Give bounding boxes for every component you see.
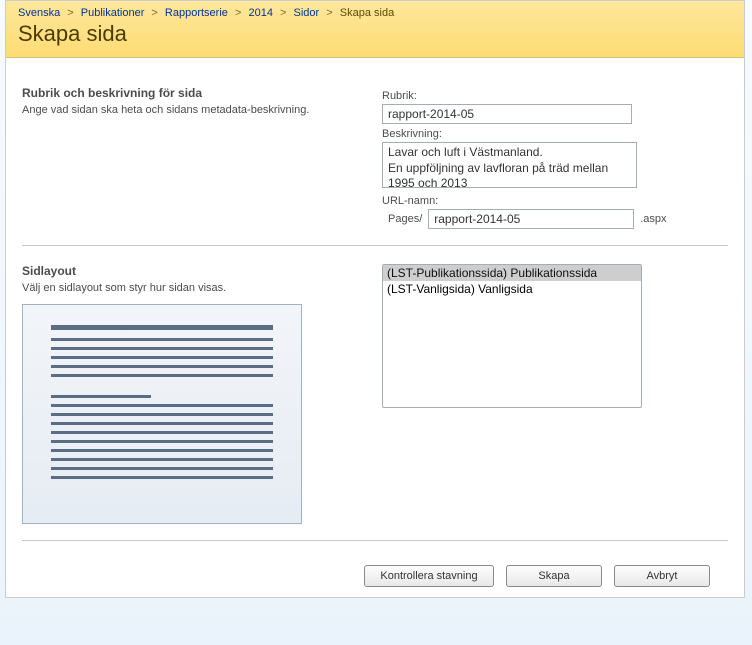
layout-preview xyxy=(22,304,302,524)
page-header: Svenska > Publikationer > Rapportserie >… xyxy=(6,1,744,58)
spellcheck-button[interactable]: Kontrollera stavning xyxy=(364,565,494,587)
breadcrumb-link[interactable]: Sidor xyxy=(294,7,320,19)
breadcrumb-separator: > xyxy=(235,7,241,19)
url-prefix: Pages/ xyxy=(388,213,422,225)
button-row: Kontrollera stavning Skapa Avbryt xyxy=(22,551,728,597)
layout-option[interactable]: (LST-Vanligsida) Vanligsida xyxy=(383,281,641,297)
breadcrumb-current: Skapa sida xyxy=(340,7,394,19)
breadcrumb-link[interactable]: Rapportserie xyxy=(165,7,228,19)
sidlayout-listbox[interactable]: (LST-Publikationssida) Publikationssida … xyxy=(382,264,642,408)
section-description: Ange vad sidan ska heta och sidans metad… xyxy=(22,104,352,116)
breadcrumb-link[interactable]: Publikationer xyxy=(81,7,145,19)
breadcrumb-separator: > xyxy=(67,7,73,19)
beskrivning-label: Beskrivning: xyxy=(382,128,728,140)
breadcrumb-link[interactable]: Svenska xyxy=(18,7,60,19)
cancel-button[interactable]: Avbryt xyxy=(614,565,710,587)
page-title: Skapa sida xyxy=(18,21,734,47)
breadcrumb: Svenska > Publikationer > Rapportserie >… xyxy=(18,7,734,19)
rubrik-label: Rubrik: xyxy=(382,90,728,102)
section-description: Välj en sidlayout som styr hur sidan vis… xyxy=(22,282,352,294)
breadcrumb-link[interactable]: 2014 xyxy=(248,7,272,19)
layout-option[interactable]: (LST-Publikationssida) Publikationssida xyxy=(383,265,641,281)
url-suffix: .aspx xyxy=(640,213,666,225)
beskrivning-textarea[interactable]: Lavar och luft i Västmanland. En uppfölj… xyxy=(382,142,637,188)
breadcrumb-separator: > xyxy=(326,7,332,19)
breadcrumb-separator: > xyxy=(280,7,286,19)
section-sidlayout: Sidlayout Välj en sidlayout som styr hur… xyxy=(22,256,728,541)
section-rubrik: Rubrik och beskrivning för sida Ange vad… xyxy=(22,78,728,246)
section-heading: Sidlayout xyxy=(22,264,352,278)
url-input[interactable] xyxy=(428,209,634,229)
url-label: URL-namn: xyxy=(382,195,728,207)
section-heading: Rubrik och beskrivning för sida xyxy=(22,86,352,100)
breadcrumb-separator: > xyxy=(151,7,157,19)
create-button[interactable]: Skapa xyxy=(506,565,602,587)
rubrik-input[interactable] xyxy=(382,104,632,124)
